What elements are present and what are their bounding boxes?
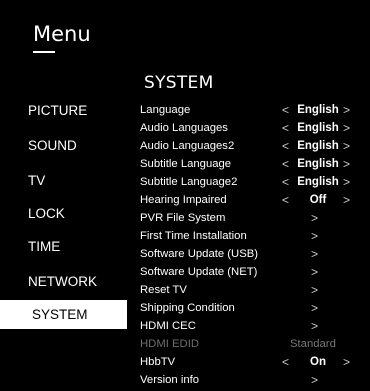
setting-label: Shipping Condition bbox=[140, 302, 235, 314]
setting-software-update-usb[interactable]: Software Update (USB) > bbox=[140, 247, 360, 265]
chevron-right-icon: > bbox=[311, 265, 319, 279]
setting-label: HDMI EDID bbox=[140, 338, 199, 350]
setting-value: Standard bbox=[290, 338, 336, 350]
sidebar-item-picture[interactable]: PICTURE bbox=[28, 103, 87, 118]
setting-value: Off bbox=[309, 194, 327, 206]
setting-label: First Time Installation bbox=[140, 230, 247, 242]
setting-label: Software Update (NET) bbox=[140, 266, 258, 278]
setting-value: English bbox=[297, 158, 339, 170]
chevron-right-icon[interactable]: > bbox=[343, 157, 350, 171]
sidebar-item-label: TIME bbox=[28, 239, 61, 254]
menu-title: Menu bbox=[33, 22, 91, 46]
setting-hbbtv[interactable]: HbbTV < On > bbox=[140, 355, 360, 373]
setting-value: English bbox=[297, 176, 339, 188]
sidebar-item-label: SYSTEM bbox=[32, 307, 88, 322]
setting-value: English bbox=[297, 104, 339, 116]
sidebar-item-label: SOUND bbox=[28, 138, 77, 153]
chevron-right-icon: > bbox=[311, 247, 319, 261]
setting-label: PVR File System bbox=[140, 212, 226, 224]
chevron-right-icon[interactable]: > bbox=[343, 355, 350, 369]
menu-title-underline bbox=[33, 51, 55, 53]
setting-value: English bbox=[297, 140, 339, 152]
chevron-right-icon: > bbox=[311, 301, 319, 315]
sidebar-item-network[interactable]: NETWORK bbox=[28, 274, 97, 289]
chevron-right-icon[interactable]: > bbox=[343, 103, 350, 117]
setting-audio-languages[interactable]: Audio Languages < English > bbox=[140, 121, 360, 139]
setting-version-info[interactable]: Version info > bbox=[140, 373, 360, 391]
setting-hdmi-cec[interactable]: HDMI CEC > bbox=[140, 319, 360, 337]
setting-language[interactable]: Language < English > bbox=[140, 103, 360, 121]
setting-hdmi-edid: HDMI EDID Standard bbox=[140, 337, 360, 355]
sidebar-item-label: TV bbox=[28, 173, 46, 188]
sidebar-item-sound[interactable]: SOUND bbox=[28, 138, 77, 153]
setting-value: English bbox=[297, 122, 339, 134]
sidebar-item-label: NETWORK bbox=[28, 274, 97, 289]
setting-label: Software Update (USB) bbox=[140, 248, 259, 260]
setting-label: Subtitle Language2 bbox=[140, 176, 238, 188]
chevron-right-icon: > bbox=[311, 211, 319, 225]
sidebar-item-label: PICTURE bbox=[28, 103, 88, 118]
setting-hearing-impaired[interactable]: Hearing Impaired < Off > bbox=[140, 193, 360, 211]
setting-label: Language bbox=[140, 104, 191, 116]
setting-reset-tv[interactable]: Reset TV > bbox=[140, 283, 360, 301]
chevron-right-icon: > bbox=[311, 319, 319, 333]
chevron-right-icon[interactable]: > bbox=[343, 193, 350, 207]
chevron-right-icon[interactable]: > bbox=[343, 139, 350, 153]
setting-label: Reset TV bbox=[140, 284, 187, 296]
setting-label: Subtitle Language bbox=[140, 158, 232, 170]
setting-shipping-condition[interactable]: Shipping Condition > bbox=[140, 301, 360, 319]
chevron-right-icon[interactable]: > bbox=[343, 121, 350, 135]
chevron-right-icon[interactable]: > bbox=[343, 175, 350, 189]
setting-first-time-installation[interactable]: First Time Installation > bbox=[140, 229, 360, 247]
setting-subtitle-language[interactable]: Subtitle Language < English > bbox=[140, 157, 360, 175]
setting-software-update-net[interactable]: Software Update (NET) > bbox=[140, 265, 360, 283]
setting-label: Version info bbox=[140, 374, 200, 386]
setting-pvr-file-system[interactable]: PVR File System > bbox=[140, 211, 360, 229]
setting-label: Audio Languages2 bbox=[140, 140, 235, 152]
setting-subtitle-language2[interactable]: Subtitle Language2 < English > bbox=[140, 175, 360, 193]
setting-value: On bbox=[310, 356, 326, 368]
sidebar-item-label: LOCK bbox=[28, 206, 65, 221]
sidebar-item-tv[interactable]: TV bbox=[28, 173, 45, 188]
setting-label: HbbTV bbox=[140, 356, 176, 368]
setting-label: Audio Languages bbox=[140, 122, 228, 134]
chevron-right-icon: > bbox=[311, 229, 319, 243]
setting-label: Hearing Impaired bbox=[140, 194, 227, 206]
sidebar-item-time[interactable]: TIME bbox=[28, 239, 60, 254]
sidebar-item-system[interactable]: SYSTEM bbox=[0, 300, 127, 329]
chevron-right-icon: > bbox=[311, 283, 319, 297]
sidebar-item-lock[interactable]: LOCK bbox=[28, 206, 65, 221]
section-title: SYSTEM bbox=[144, 73, 214, 93]
setting-audio-languages2[interactable]: Audio Languages2 < English > bbox=[140, 139, 360, 157]
setting-label: HDMI CEC bbox=[140, 320, 196, 332]
chevron-right-icon: > bbox=[311, 373, 319, 387]
